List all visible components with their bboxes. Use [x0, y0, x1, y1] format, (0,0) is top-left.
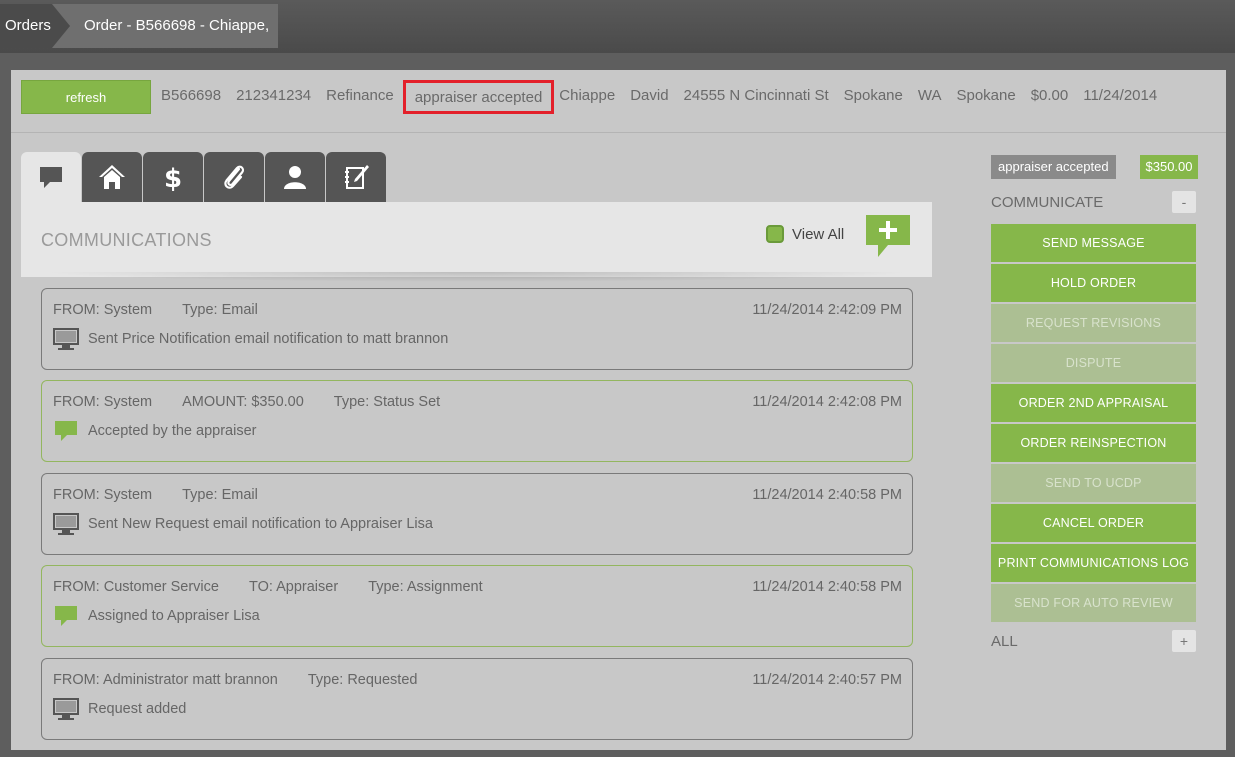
speech-bubble-icon	[40, 167, 62, 188]
home-icon	[99, 165, 125, 189]
order-reinspection-button[interactable]: ORDER REINSPECTION	[991, 424, 1196, 462]
message-meta: FROM: System Type: Email 11/24/2014 2:42…	[53, 302, 902, 318]
order-2nd-appraisal-button[interactable]: ORDER 2ND APPRAISAL	[991, 384, 1196, 422]
breadcrumb-current-order[interactable]: Order - B566698 - Chiappe, D	[46, 4, 278, 48]
order-status-highlighted: appraiser accepted	[402, 80, 555, 114]
message-item[interactable]: FROM: Administrator matt brannon Type: R…	[41, 658, 913, 740]
communications-panel: COMMUNICATIONS View All FROM: System Typ…	[21, 202, 932, 750]
computer-icon	[53, 513, 79, 535]
message-type: Type: Email	[182, 487, 258, 503]
dollar-icon: $	[164, 164, 182, 192]
message-body: Sent Price Notification email notificati…	[53, 327, 448, 351]
message-timestamp: 11/24/2014 2:42:09 PM	[752, 302, 902, 318]
borrower-last-name: Chiappe	[559, 87, 616, 104]
price-badge: $350.00	[1140, 155, 1198, 179]
message-text: Assigned to Appraiser Lisa	[88, 608, 260, 624]
message-body: Request added	[53, 697, 186, 721]
divider	[41, 272, 913, 282]
tab-fees[interactable]: $	[143, 152, 203, 202]
loan-number: 212341234	[236, 87, 312, 104]
tab-attachments[interactable]	[204, 152, 264, 202]
order-fields: B566698 212341234 Refinance appraiser ac…	[161, 80, 1172, 114]
view-all-checkbox[interactable]: View All	[766, 225, 844, 243]
property-address: 24555 N Cincinnati St	[683, 87, 829, 104]
notebook-pen-icon	[345, 165, 369, 189]
message-item[interactable]: FROM: System Type: Email 11/24/2014 2:40…	[41, 473, 913, 555]
order-date: 11/24/2014	[1083, 87, 1158, 104]
order-panel: refresh B566698 212341234 Refinance appr…	[11, 70, 1226, 750]
message-to: TO: Appraiser	[248, 579, 339, 595]
send-for-auto-review-button[interactable]: SEND FOR AUTO REVIEW	[991, 584, 1196, 622]
message-meta: FROM: System Type: Email 11/24/2014 2:40…	[53, 487, 902, 503]
paperclip-icon	[224, 165, 245, 189]
status-badge: appraiser accepted	[991, 155, 1116, 179]
view-all-label: View All	[792, 225, 845, 243]
chat-bubble-icon	[55, 421, 77, 441]
message-from: FROM: System	[53, 487, 153, 503]
message-type: Type: Status Set	[333, 394, 441, 410]
loan-purpose: Refinance	[326, 87, 394, 104]
action-button-list: SEND MESSAGE HOLD ORDER REQUEST REVISION…	[991, 224, 1196, 624]
communications-header: COMMUNICATIONS View All	[21, 202, 932, 277]
svg-text:$: $	[164, 164, 182, 192]
computer-icon	[53, 698, 79, 720]
order-summary-bar: refresh B566698 212341234 Refinance appr…	[11, 70, 1226, 133]
message-from: FROM: System	[53, 394, 153, 410]
person-icon	[284, 166, 306, 189]
message-body: Assigned to Appraiser Lisa	[53, 604, 260, 628]
message-from: FROM: Administrator matt brannon	[53, 672, 278, 688]
breadcrumb: Order - B566698 - Chiappe, D Orders	[0, 0, 1235, 53]
message-text: Accepted by the appraiser	[88, 423, 257, 439]
hold-order-button[interactable]: HOLD ORDER	[991, 264, 1196, 302]
refresh-button[interactable]: refresh	[21, 80, 151, 114]
message-body: Sent New Request email notification to A…	[53, 512, 433, 536]
communicate-section-title: COMMUNICATE	[991, 194, 1104, 211]
message-timestamp: 11/24/2014 2:42:08 PM	[752, 394, 902, 410]
order-tabs: $	[21, 152, 387, 202]
communications-title: COMMUNICATIONS	[41, 230, 212, 250]
all-expand-button[interactable]: +	[1172, 630, 1196, 652]
message-timestamp: 11/24/2014 2:40:58 PM	[752, 487, 902, 503]
message-amount: AMOUNT: $350.00	[182, 394, 304, 410]
message-type: Type: Requested	[307, 672, 418, 688]
message-timestamp: 11/24/2014 2:40:57 PM	[752, 672, 902, 688]
send-to-ucdp-button[interactable]: SEND TO UCDP	[991, 464, 1196, 502]
tab-notes[interactable]	[326, 152, 386, 202]
order-number: B566698	[161, 87, 222, 104]
message-text: Sent New Request email notification to A…	[88, 516, 433, 532]
print-communications-log-button[interactable]: PRINT COMMUNICATIONS LOG	[991, 544, 1196, 582]
communicate-collapse-button[interactable]: -	[1172, 191, 1196, 213]
message-meta: FROM: Customer Service TO: Appraiser Typ…	[53, 579, 902, 595]
chat-bubble-icon	[55, 606, 77, 626]
message-item[interactable]: FROM: System Type: Email 11/24/2014 2:42…	[41, 288, 913, 370]
message-item[interactable]: FROM: Customer Service TO: Appraiser Typ…	[41, 565, 913, 647]
property-city: Spokane	[843, 87, 903, 104]
order-balance: $0.00	[1030, 87, 1069, 104]
property-state: WA	[917, 87, 942, 104]
cancel-order-button[interactable]: CANCEL ORDER	[991, 504, 1196, 542]
message-text: Sent Price Notification email notificati…	[88, 331, 449, 347]
message-text: Request added	[88, 701, 187, 717]
message-meta: FROM: Administrator matt brannon Type: R…	[53, 672, 902, 688]
message-body: Accepted by the appraiser	[53, 419, 256, 443]
borrower-first-name: David	[630, 87, 669, 104]
tab-property[interactable]	[82, 152, 142, 202]
tab-contacts[interactable]	[265, 152, 325, 202]
message-timestamp: 11/24/2014 2:40:58 PM	[752, 579, 902, 595]
message-from: FROM: System	[53, 302, 153, 318]
message-from: FROM: Customer Service	[53, 579, 219, 595]
message-type: Type: Email	[182, 302, 258, 318]
message-type: Type: Assignment	[368, 579, 483, 595]
dispute-button[interactable]: DISPUTE	[991, 344, 1196, 382]
checkbox-icon	[766, 225, 784, 243]
send-message-button[interactable]: SEND MESSAGE	[991, 224, 1196, 262]
computer-icon	[53, 328, 79, 350]
all-section-title: ALL	[991, 633, 1018, 650]
message-item[interactable]: FROM: System AMOUNT: $350.00 Type: Statu…	[41, 380, 913, 462]
tab-communications[interactable]	[21, 152, 81, 202]
message-meta: FROM: System AMOUNT: $350.00 Type: Statu…	[53, 394, 902, 410]
add-message-button[interactable]	[866, 215, 910, 259]
request-revisions-button[interactable]: REQUEST REVISIONS	[991, 304, 1196, 342]
property-county: Spokane	[956, 87, 1016, 104]
